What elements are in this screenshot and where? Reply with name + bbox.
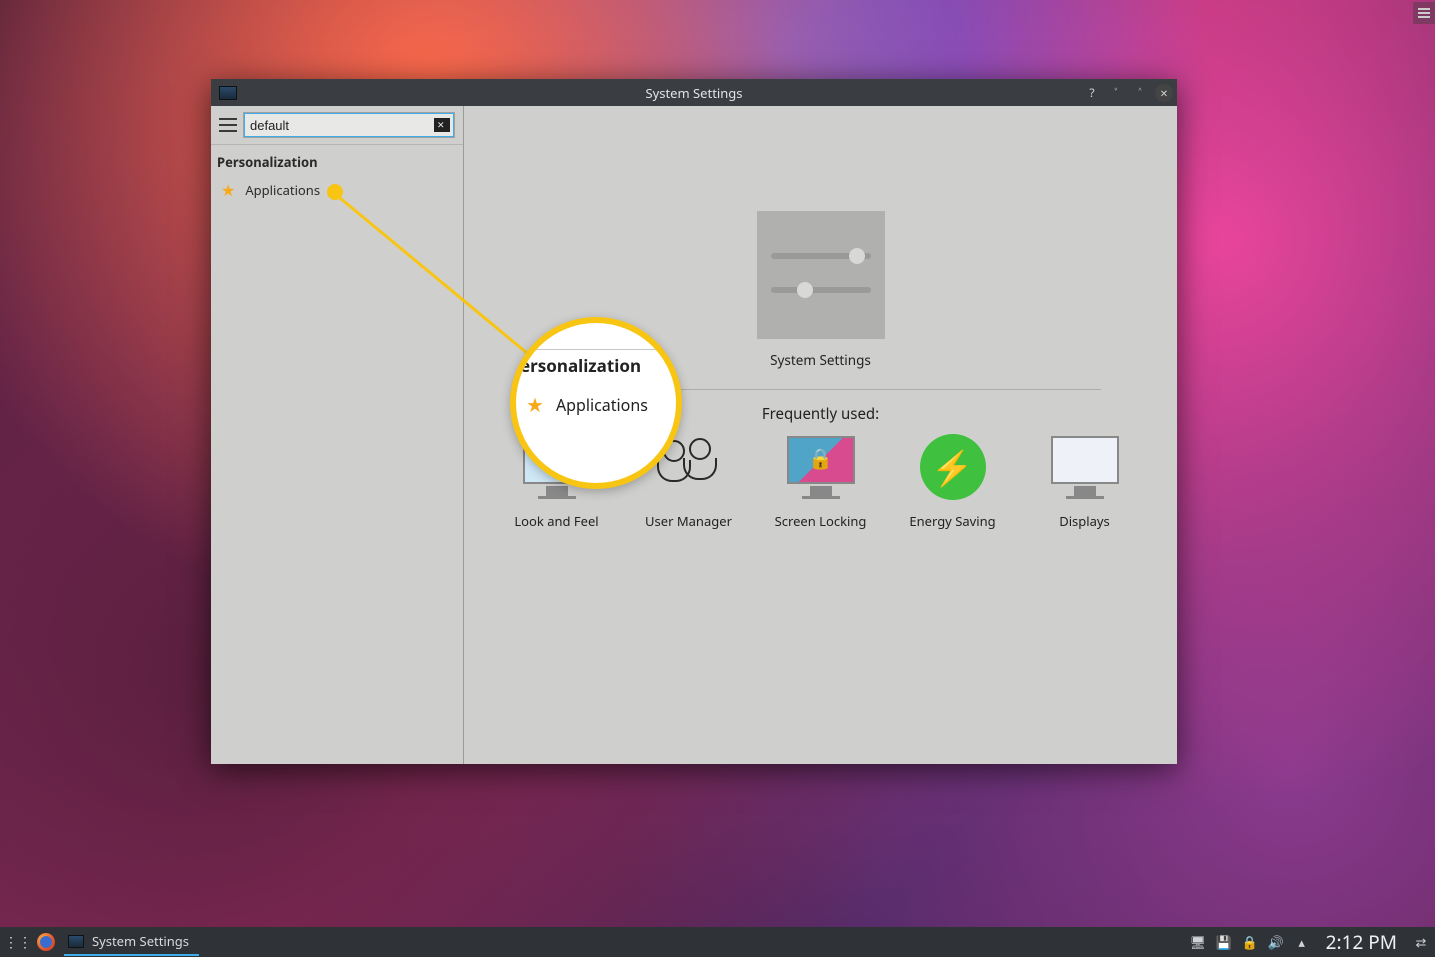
usb-tray-icon[interactable]: 💾 bbox=[1216, 933, 1232, 951]
window-titlebar[interactable]: System Settings ? ˅ ˄ bbox=[211, 79, 1177, 106]
system-settings-window: System Settings ? ˅ ˄ Personalization ★ … bbox=[211, 79, 1177, 764]
frequently-used-title: Frequently used: bbox=[762, 404, 879, 424]
window-title: System Settings bbox=[211, 84, 1177, 102]
volume-tray-icon[interactable]: 🔊 bbox=[1268, 933, 1284, 951]
hero-system-settings[interactable]: System Settings bbox=[757, 211, 885, 369]
magnifier-item: ★ Applications bbox=[526, 391, 666, 418]
freq-label: User Manager bbox=[645, 512, 732, 530]
callout-anchor-dot bbox=[327, 184, 343, 200]
task-system-settings[interactable]: System Settings bbox=[64, 928, 199, 956]
search-input[interactable] bbox=[248, 118, 434, 133]
freq-label: Displays bbox=[1059, 512, 1110, 530]
tray-expand-icon[interactable]: ▴ bbox=[1294, 933, 1310, 951]
star-icon: ★ bbox=[221, 179, 235, 201]
system-tray: 🖥 💾 🔒 🔊 ▴ 2:12 PM ⇄ bbox=[1190, 929, 1429, 955]
sidebar-item-label: Applications bbox=[245, 181, 320, 199]
energy-icon: ⚡ bbox=[918, 434, 988, 498]
freq-label: Energy Saving bbox=[909, 512, 995, 530]
desktop-toolbox-button[interactable] bbox=[1413, 2, 1435, 24]
freq-item-screen-locking[interactable]: 🔒 Screen Locking bbox=[774, 434, 868, 530]
sliders-icon bbox=[757, 211, 885, 339]
sidebar: Personalization ★ Applications bbox=[211, 106, 464, 764]
lock-tray-icon[interactable]: 🔒 bbox=[1242, 933, 1258, 951]
help-button[interactable]: ? bbox=[1083, 84, 1101, 102]
display-icon bbox=[1050, 434, 1120, 498]
hero-label: System Settings bbox=[770, 351, 871, 369]
maximize-button[interactable]: ˄ bbox=[1131, 84, 1149, 102]
task-label: System Settings bbox=[92, 932, 189, 950]
lock-monitor-icon: 🔒 bbox=[786, 434, 856, 498]
magnifier-header: ersonalization bbox=[520, 349, 666, 377]
freq-item-energy-saving[interactable]: ⚡ Energy Saving bbox=[906, 434, 1000, 530]
sidebar-toolbar bbox=[211, 106, 463, 145]
freq-item-displays[interactable]: Displays bbox=[1038, 434, 1132, 530]
close-button[interactable] bbox=[1155, 84, 1173, 102]
search-field[interactable] bbox=[243, 112, 455, 138]
settings-app-icon bbox=[219, 86, 237, 100]
show-desktop-button[interactable]: ⇄ bbox=[1413, 933, 1429, 951]
freq-label: Look and Feel bbox=[514, 512, 598, 530]
display-tray-icon[interactable]: 🖥 bbox=[1190, 933, 1206, 951]
freq-label: Screen Locking bbox=[775, 512, 867, 530]
application-launcher-button[interactable]: ⋮⋮ bbox=[6, 930, 30, 954]
star-icon: ★ bbox=[526, 391, 544, 418]
sidebar-section-personalization: Personalization bbox=[211, 145, 463, 175]
magnifier-callout: ersonalization ★ Applications bbox=[510, 317, 682, 489]
firefox-icon bbox=[37, 933, 55, 951]
taskbar-clock[interactable]: 2:12 PM bbox=[1326, 929, 1397, 955]
settings-app-icon bbox=[68, 935, 84, 948]
clear-search-button[interactable] bbox=[434, 118, 450, 132]
magnifier-item-label: Applications bbox=[556, 394, 648, 416]
hamburger-menu-button[interactable] bbox=[219, 118, 237, 132]
minimize-button[interactable]: ˅ bbox=[1107, 84, 1125, 102]
taskbar: ⋮⋮ System Settings 🖥 💾 🔒 🔊 ▴ 2:12 PM ⇄ bbox=[0, 927, 1435, 957]
firefox-launcher[interactable] bbox=[34, 930, 58, 954]
